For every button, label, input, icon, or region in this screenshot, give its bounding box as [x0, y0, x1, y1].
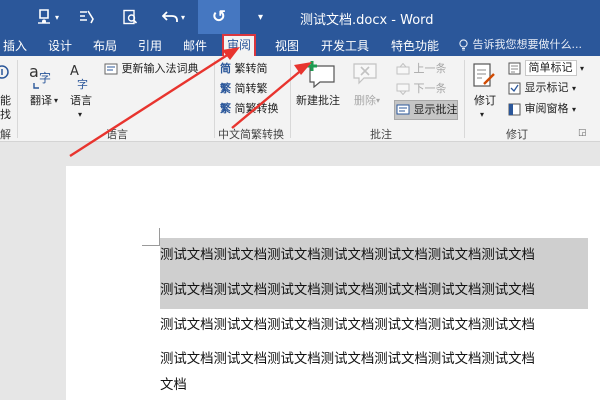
svg-text:字: 字 [77, 77, 88, 91]
tab-developer[interactable]: 开发工具 [318, 36, 372, 56]
group-label-tracking: 修订 [506, 128, 528, 141]
document-canvas: 测试文档测试文档测试文档测试文档测试文档测试文档测试文档 测试文档测试文档测试文… [0, 142, 600, 400]
next-comment-label: 下一条 [413, 82, 447, 95]
conversion-button[interactable]: 繁 简繁转换 [220, 102, 279, 116]
review-pane-icon [508, 103, 521, 115]
undo-icon[interactable]: ▾ [162, 5, 185, 29]
document-line[interactable]: 测试文档测试文档测试文档测试文档测试文档测试文档测试文档 [160, 342, 535, 378]
document-line-selected[interactable]: 测试文档测试文档测试文档测试文档测试文档测试文档测试文档 [160, 273, 588, 309]
conversion-label: 简繁转换 [234, 102, 279, 115]
ime-dictionary-icon [104, 63, 118, 75]
group-label-proofing: 解 [0, 128, 11, 141]
trad-to-simp-icon: 简 [220, 62, 231, 75]
language-icon[interactable]: A字 [68, 62, 92, 95]
simple-markup-dropdown[interactable]: 简单标记 ▾ [508, 60, 584, 76]
svg-text:a: a [29, 62, 39, 81]
new-comment-button[interactable]: 新建批注 [296, 94, 340, 108]
language-button[interactable]: 语言 [70, 94, 92, 108]
update-ime-dictionary-button[interactable]: 更新输入法词典 [104, 62, 199, 76]
review-pane-button[interactable]: 审阅窗格 ▾ [508, 102, 576, 117]
update-ime-label: 更新输入法词典 [121, 62, 199, 75]
group-label-language: 语言 [106, 128, 128, 141]
trad-to-simp-button[interactable]: 简 繁转简 [220, 62, 268, 76]
print-preview-icon[interactable] [122, 5, 138, 29]
next-comment-button[interactable]: 下一条 [396, 82, 447, 96]
svg-text:字: 字 [39, 70, 51, 85]
simple-markup-value: 简单标记 [524, 60, 577, 76]
conversion-icon: 繁 [220, 102, 231, 115]
delete-comment-icon[interactable] [352, 62, 380, 89]
tab-mailings[interactable]: 邮件 [180, 36, 210, 56]
simp-to-trad-label: 简转繁 [234, 82, 268, 95]
document-line[interactable]: 文档 [160, 368, 187, 400]
lightbulb-icon [459, 39, 468, 51]
translate-icon[interactable]: a字 [28, 62, 54, 95]
next-comment-icon [396, 83, 410, 95]
format-painter-icon[interactable] [78, 5, 96, 29]
trad-to-simp-label: 繁转简 [234, 62, 268, 75]
show-comments-button[interactable]: 显示批注 [396, 103, 458, 117]
proofing-icon[interactable] [0, 64, 12, 85]
group-label-comments: 批注 [370, 128, 392, 141]
chevron-down-icon[interactable]: ▾ [55, 13, 59, 22]
customize-qat-icon[interactable]: ▾ [258, 5, 263, 29]
svg-text:A: A [70, 64, 79, 79]
chevron-down-icon[interactable]: ▾ [78, 108, 82, 122]
simp-to-trad-button[interactable]: 繁 简转繁 [220, 82, 268, 96]
chevron-down-icon[interactable]: ▾ [54, 94, 58, 108]
chevron-down-icon[interactable]: ▾ [376, 94, 380, 108]
new-comment-icon[interactable] [304, 60, 338, 91]
simp-to-trad-icon: 繁 [220, 82, 231, 95]
group-label-chinese-conversion: 中文简繁转换 [218, 128, 284, 141]
group-separator [464, 60, 465, 138]
show-markup-icon [508, 82, 521, 94]
tab-layout[interactable]: 布局 [90, 36, 120, 56]
translate-button[interactable]: 翻译 [30, 94, 52, 108]
proofing-btn-1[interactable]: 能 [0, 94, 11, 108]
proofing-btn-2[interactable]: 找 [0, 108, 11, 122]
show-comments-icon [396, 104, 410, 115]
tell-me-placeholder: 告诉我您想要做什么... [472, 38, 583, 51]
tab-insert[interactable]: 插入 [0, 36, 30, 56]
dialog-launcher-icon[interactable]: ◲ [578, 126, 587, 140]
redo-symbol: ↺ [211, 7, 227, 27]
review-pane-label: 审阅窗格 [524, 102, 569, 115]
document-line[interactable]: 测试文档测试文档测试文档测试文档测试文档测试文档测试文档 [160, 308, 535, 344]
tab-references[interactable]: 引用 [135, 36, 165, 56]
delete-comment-button[interactable]: 删除 [354, 94, 376, 108]
group-separator [290, 60, 291, 138]
previous-comment-button[interactable]: 上一条 [396, 62, 447, 76]
chevron-down-icon: ▾ [572, 105, 577, 114]
save-icon[interactable]: ▾ [36, 5, 59, 29]
previous-comment-label: 上一条 [413, 62, 447, 75]
track-changes-button[interactable]: 修订 [474, 94, 496, 108]
document-line-selected[interactable]: 测试文档测试文档测试文档测试文档测试文档测试文档测试文档 [160, 238, 588, 274]
chevron-down-icon[interactable]: ▾ [181, 13, 185, 22]
chevron-down-icon: ▾ [572, 84, 577, 93]
tell-me-box[interactable]: 告诉我您想要做什么... [458, 37, 582, 53]
tab-review[interactable]: 审阅 [222, 34, 257, 56]
chevron-down-icon: ▾ [580, 64, 585, 73]
chevron-down-icon[interactable]: ▾ [480, 108, 484, 122]
tab-design[interactable]: 设计 [45, 36, 75, 56]
show-comments-label: 显示批注 [413, 103, 458, 116]
title-bar: ▾ ▾ ↺ ▾ 测试文档.docx - Word [0, 0, 600, 34]
window-title: 测试文档.docx - Word [300, 13, 434, 28]
show-markup-label: 显示标记 [524, 81, 569, 94]
ribbon-tabs: 插入 设计 布局 引用 邮件 审阅 视图 开发工具 特色功能 告诉我您想要做什么… [0, 34, 600, 56]
tab-special-features[interactable]: 特色功能 [388, 36, 442, 56]
margin-crop-mark [142, 228, 160, 246]
markup-icon [508, 62, 521, 74]
show-markup-button[interactable]: 显示标记 ▾ [508, 81, 576, 96]
group-separator [17, 60, 18, 138]
redo-icon[interactable]: ↺ [208, 5, 230, 29]
group-separator [214, 60, 215, 138]
tab-view[interactable]: 视图 [272, 36, 302, 56]
ribbon-review: 能 找 解 a字 翻译 ▾ A字 语言 ▾ 更新输入法词典 语言 简 繁转简 繁… [0, 56, 600, 142]
track-changes-icon[interactable] [472, 62, 496, 95]
previous-comment-icon [396, 63, 410, 75]
